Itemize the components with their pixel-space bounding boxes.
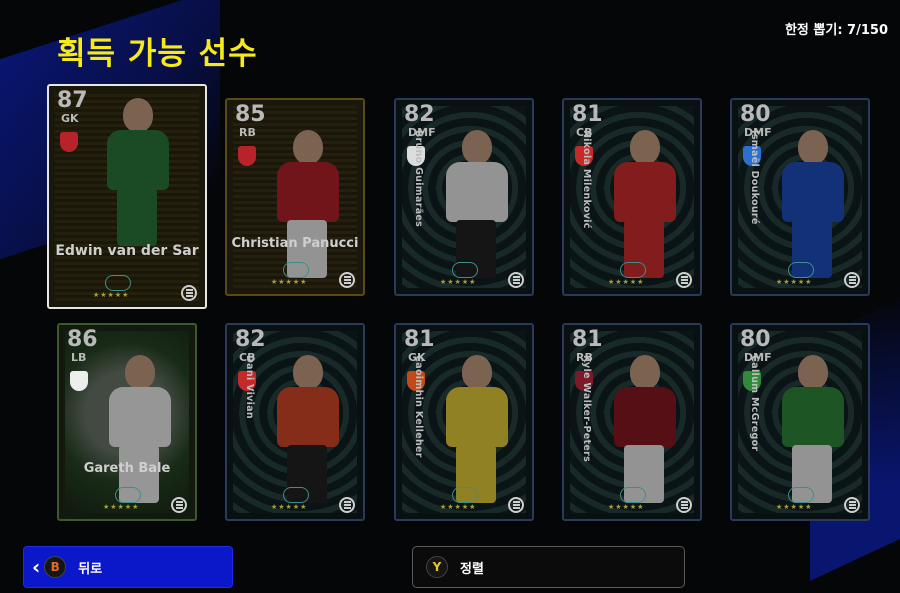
player-rating: 82 xyxy=(235,327,266,352)
efootball-logo-icon xyxy=(171,497,187,513)
player-card[interactable]: 81 GK Caoimhin Kelleher ★★★★★ xyxy=(394,323,534,521)
efootball-logo-icon xyxy=(339,497,355,513)
player-name: Bruno Guimarães xyxy=(413,130,424,228)
player-name: Edwin van der Sar xyxy=(55,243,199,259)
player-card[interactable]: 81 CB Nikola Milenković ★★★★★ xyxy=(562,98,702,296)
efootball-logo-icon xyxy=(339,272,355,288)
efootball-logo-icon xyxy=(508,497,524,513)
rarity-stars: ★★★★★ xyxy=(776,503,813,511)
player-rating: 87 xyxy=(57,88,88,113)
rarity-stars: ★★★★★ xyxy=(93,291,130,299)
card-type-badge xyxy=(452,262,478,278)
card-type-badge xyxy=(452,487,478,503)
sort-button[interactable]: Y 정렬 xyxy=(412,546,685,588)
card-type-badge xyxy=(788,262,814,278)
player-name: Ismaël Doukouré xyxy=(749,130,760,225)
player-name: Kyle Walker-Peters xyxy=(581,355,592,463)
player-card[interactable]: 80 DMF Callum McGregor ★★★★★ xyxy=(730,323,870,521)
player-name: Christian Panucci xyxy=(231,236,359,251)
sort-label: 정렬 xyxy=(460,561,484,577)
card-type-badge xyxy=(283,487,309,503)
player-name: Nikola Milenković xyxy=(581,130,592,229)
player-card[interactable]: 82 DMF Bruno Guimarães ★★★★★ xyxy=(394,98,534,296)
player-position: LB xyxy=(71,351,87,364)
club-crest-icon xyxy=(60,132,78,152)
rarity-stars: ★★★★★ xyxy=(440,503,477,511)
efootball-logo-icon xyxy=(181,285,197,301)
player-name: Dani Vivian xyxy=(244,355,255,419)
player-name: Caoimhin Kelleher xyxy=(413,355,424,458)
player-rating: 81 xyxy=(404,327,435,352)
card-type-badge xyxy=(283,262,309,278)
club-crest-icon xyxy=(238,146,256,166)
player-rating: 80 xyxy=(740,327,771,352)
player-rating: 85 xyxy=(235,102,266,127)
efootball-logo-icon xyxy=(508,272,524,288)
player-rating: 81 xyxy=(572,327,603,352)
player-card-grid: 87 GK Edwin van der Sar ★★★★★ 85 RB Christian … xyxy=(0,0,900,593)
player-card[interactable]: 87 GK Edwin van der Sar ★★★★★ xyxy=(47,84,207,309)
player-card[interactable]: 81 RB Kyle Walker-Peters ★★★★★ xyxy=(562,323,702,521)
card-type-badge xyxy=(620,262,646,278)
rarity-stars: ★★★★★ xyxy=(103,503,140,511)
player-rating: 86 xyxy=(67,327,98,352)
player-name: Callum McGregor xyxy=(749,355,760,452)
player-name: Gareth Bale xyxy=(83,461,171,476)
player-card[interactable]: 82 CB Dani Vivian ★★★★★ xyxy=(225,323,365,521)
chevron-left-icon: ‹ xyxy=(32,555,41,579)
player-rating: 80 xyxy=(740,102,771,127)
player-card[interactable]: 86 LB Gareth Bale ★★★★★ xyxy=(57,323,197,521)
player-card[interactable]: 80 DMF Ismaël Doukouré ★★★★★ xyxy=(730,98,870,296)
y-button-icon: Y xyxy=(426,556,448,578)
efootball-logo-icon xyxy=(676,272,692,288)
rarity-stars: ★★★★★ xyxy=(608,503,645,511)
rarity-stars: ★★★★★ xyxy=(776,278,813,286)
card-type-badge xyxy=(105,275,131,291)
b-button-icon: B xyxy=(44,556,67,578)
player-rating: 82 xyxy=(404,102,435,127)
player-position: RB xyxy=(239,126,256,139)
efootball-logo-icon xyxy=(844,497,860,513)
player-card[interactable]: 85 RB Christian Panucci ★★★★★ xyxy=(225,98,365,296)
club-crest-icon xyxy=(70,371,88,391)
card-type-badge xyxy=(788,487,814,503)
player-rating: 81 xyxy=(572,102,603,127)
rarity-stars: ★★★★★ xyxy=(608,278,645,286)
efootball-logo-icon xyxy=(844,272,860,288)
card-type-badge xyxy=(620,487,646,503)
back-label: 뒤로 xyxy=(78,561,103,577)
card-type-badge xyxy=(115,487,141,503)
rarity-stars: ★★★★★ xyxy=(271,503,308,511)
player-position: GK xyxy=(61,112,79,125)
rarity-stars: ★★★★★ xyxy=(440,278,477,286)
efootball-logo-icon xyxy=(676,497,692,513)
rarity-stars: ★★★★★ xyxy=(271,278,308,286)
back-button[interactable]: ‹ B 뒤로 xyxy=(23,546,233,588)
